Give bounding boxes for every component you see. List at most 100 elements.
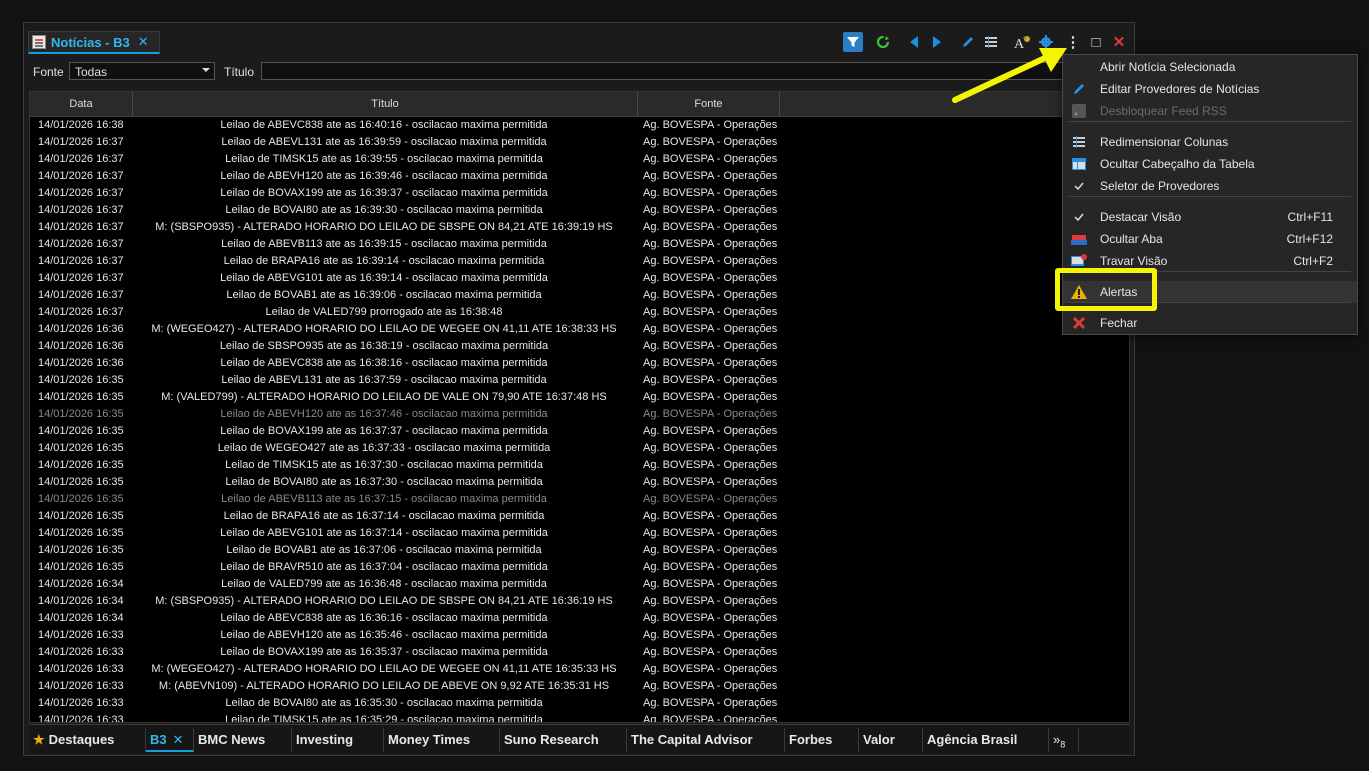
tab-the-capital-advisor[interactable]: The Capital Advisor	[627, 728, 785, 752]
menu-item-destacar-visao[interactable]: Destacar Visão Ctrl+F11	[1063, 206, 1357, 228]
tab-label: Forbes	[789, 732, 833, 747]
row-date: 14/01/2026 16:37	[38, 153, 124, 165]
title-label: Título	[224, 65, 255, 79]
table-row[interactable]: 14/01/2026 16:33 Leilao de TIMSK15 ate as…	[30, 712, 1129, 723]
table-row[interactable]: 14/01/2026 16:35 Leilao de BOVAX199 ate a…	[30, 423, 1129, 440]
menu-item-abrir-noticia-selecionada[interactable]: Abrir Notícia Selecionada	[1063, 56, 1357, 78]
table-row[interactable]: 14/01/2026 16:36 M: (WEGEO427) - ALTERADO…	[30, 321, 1129, 338]
table-row[interactable]: 14/01/2026 16:35 Leilao de ABEVL131 ate a…	[30, 372, 1129, 389]
tab-b3[interactable]: B3 ✕	[146, 728, 194, 752]
row-source: Ag. BOVESPA - Operações	[643, 510, 778, 522]
tab-forbes[interactable]: Forbes	[785, 728, 859, 752]
menu-item-ocultar-aba[interactable]: Ocultar Aba Ctrl+F12	[1063, 228, 1357, 250]
table-row[interactable]: 14/01/2026 16:37 Leilao de BOVAB1 ate as …	[30, 287, 1129, 304]
menu-item-editar-provedores-de-noticias[interactable]: Editar Provedores de Notícias	[1063, 78, 1357, 100]
row-date: 14/01/2026 16:35	[38, 561, 124, 573]
row-source: Ag. BOVESPA - Operações	[643, 544, 778, 556]
table-row[interactable]: 14/01/2026 16:33 M: (ABEVN109) - ALTERADO…	[30, 678, 1129, 695]
window-tab[interactable]: Notícias - B3 ✕	[28, 31, 160, 54]
table-row[interactable]: 14/01/2026 16:38 Leilao de ABEVC838 ate a…	[30, 117, 1129, 134]
column-header-date[interactable]: Data	[30, 92, 133, 116]
table-row[interactable]: 14/01/2026 16:37 Leilao de ABEVB113 ate a…	[30, 236, 1129, 253]
tab-label: Valor	[863, 732, 895, 747]
menu-item-label: Desbloquear Feed RSS	[1100, 104, 1227, 118]
row-date: 14/01/2026 16:36	[38, 340, 124, 352]
row-date: 14/01/2026 16:35	[38, 510, 124, 522]
tab-label: Agência Brasil	[927, 732, 1018, 747]
table-row[interactable]: 14/01/2026 16:37 Leilao de BRAPA16 ate as…	[30, 253, 1129, 270]
window-close-button[interactable]: ✕	[1109, 32, 1129, 52]
table-row[interactable]: 14/01/2026 16:37 Leilao de BOVAI80 ate as…	[30, 202, 1129, 219]
row-source: Ag. BOVESPA - Operações	[643, 289, 778, 301]
source-select[interactable]: Todas	[69, 62, 215, 80]
tab-bmc-news[interactable]: BMC News	[194, 728, 292, 752]
table-row[interactable]: 14/01/2026 16:34 M: (SBSPO935) - ALTERADO…	[30, 593, 1129, 610]
tab-label: B3	[150, 732, 167, 747]
row-title: M: (WEGEO427) - ALTERADO HORARIO DO LEIL…	[151, 663, 617, 675]
table-row[interactable]: 14/01/2026 16:37 Leilao de VALED799 prorr…	[30, 304, 1129, 321]
table-row[interactable]: 14/01/2026 16:37 Leilao de ABEVG101 ate a…	[30, 270, 1129, 287]
column-header-source[interactable]: Fonte	[638, 92, 780, 116]
table-row[interactable]: 14/01/2026 16:34 Leilao de VALED799 ate a…	[30, 576, 1129, 593]
row-date: 14/01/2026 16:37	[38, 272, 124, 284]
forward-button[interactable]	[927, 32, 947, 52]
table-row[interactable]: 14/01/2026 16:37 Leilao de ABEVL131 ate a…	[30, 134, 1129, 151]
table-row[interactable]: 14/01/2026 16:35 M: (VALED799) - ALTERADO…	[30, 389, 1129, 406]
tab-ag-ncia-brasil[interactable]: Agência Brasil	[923, 728, 1049, 752]
row-date: 14/01/2026 16:37	[38, 204, 124, 216]
table-row[interactable]: 14/01/2026 16:35 Leilao de WEGEO427 ate a…	[30, 440, 1129, 457]
table-row[interactable]: 14/01/2026 16:37 Leilao de ABEVH120 ate a…	[30, 168, 1129, 185]
row-title: Leilao de VALED799 prorrogado ate as 16:…	[265, 306, 503, 318]
tab-close-icon[interactable]: ✕	[138, 34, 149, 50]
menu-item-ocultar-cabecalho-da-tabela[interactable]: Ocultar Cabeçalho da Tabela	[1063, 153, 1357, 175]
refresh-button[interactable]	[873, 32, 893, 52]
column-header-title[interactable]: Título	[133, 92, 638, 116]
menu-separator	[1069, 121, 1351, 122]
filter-button[interactable]	[843, 32, 863, 52]
row-date: 14/01/2026 16:33	[38, 714, 124, 723]
table-row[interactable]: 14/01/2026 16:35 Leilao de ABEVH120 ate a…	[30, 406, 1129, 423]
tab-destaques[interactable]: ★ Destaques	[29, 728, 146, 752]
alerts-highlight-box	[1055, 268, 1157, 311]
row-date: 14/01/2026 16:35	[38, 459, 124, 471]
overflow-tabs-button[interactable]: »8	[1049, 728, 1079, 752]
lock-view-icon	[1071, 254, 1087, 268]
row-date: 14/01/2026 16:35	[38, 544, 124, 556]
table-row[interactable]: 14/01/2026 16:35 Leilao de ABEVB113 ate a…	[30, 491, 1129, 508]
table-row[interactable]: 14/01/2026 16:37 M: (SBSPO935) - ALTERADO…	[30, 219, 1129, 236]
row-title: Leilao de ABEVH120 ate as 16:39:46 - osc…	[220, 170, 548, 182]
table-row[interactable]: 14/01/2026 16:36 Leilao de ABEVC838 ate a…	[30, 355, 1129, 372]
table-row[interactable]: 14/01/2026 16:35 Leilao de BRAVR510 ate a…	[30, 559, 1129, 576]
table-row[interactable]: 14/01/2026 16:37 Leilao de BOVAX199 ate a…	[30, 185, 1129, 202]
table-row[interactable]: 14/01/2026 16:35 Leilao de BOVAB1 ate as …	[30, 542, 1129, 559]
maximize-button[interactable]: □	[1086, 32, 1106, 52]
tab-money-times[interactable]: Money Times	[384, 728, 500, 752]
table-row[interactable]: 14/01/2026 16:33 Leilao de ABEVH120 ate a…	[30, 627, 1129, 644]
menu-item-redimensionar-colunas[interactable]: Redimensionar Colunas	[1063, 131, 1357, 153]
table-row[interactable]: 14/01/2026 16:35 Leilao de BOVAI80 ate as…	[30, 474, 1129, 491]
tab-suno-research[interactable]: Suno Research	[500, 728, 627, 752]
maximize-icon: □	[1091, 33, 1101, 51]
table-row[interactable]: 14/01/2026 16:35 Leilao de TIMSK15 ate as…	[30, 457, 1129, 474]
table-row[interactable]: 14/01/2026 16:35 Leilao de ABEVG101 ate a…	[30, 525, 1129, 542]
row-date: 14/01/2026 16:35	[38, 391, 124, 403]
tab-label: BMC News	[198, 732, 266, 747]
menu-item-fechar[interactable]: Fechar	[1063, 312, 1357, 334]
tab-close-icon[interactable]: ✕	[173, 732, 184, 747]
table-row[interactable]: 14/01/2026 16:37 Leilao de TIMSK15 ate as…	[30, 151, 1129, 168]
news-table: Data Título Fonte 14/01/2026 16:38 Leilao…	[29, 91, 1130, 723]
table-row[interactable]: 14/01/2026 16:35 Leilao de BRAPA16 ate as…	[30, 508, 1129, 525]
table-row[interactable]: 14/01/2026 16:34 Leilao de ABEVC838 ate a…	[30, 610, 1129, 627]
table-row[interactable]: 14/01/2026 16:33 M: (WEGEO427) - ALTERADO…	[30, 661, 1129, 678]
table-row[interactable]: 14/01/2026 16:33 Leilao de BOVAX199 ate a…	[30, 644, 1129, 661]
row-source: Ag. BOVESPA - Operações	[643, 391, 778, 403]
back-button[interactable]	[904, 32, 924, 52]
tab-investing[interactable]: Investing	[292, 728, 384, 752]
row-source: Ag. BOVESPA - Operações	[643, 595, 778, 607]
tab-label: The Capital Advisor	[631, 732, 753, 747]
row-title: Leilao de BOVAB1 ate as 16:37:06 - oscil…	[226, 544, 542, 556]
table-row[interactable]: 14/01/2026 16:36 Leilao de SBSPO935 ate a…	[30, 338, 1129, 355]
table-row[interactable]: 14/01/2026 16:33 Leilao de BOVAI80 ate as…	[30, 695, 1129, 712]
menu-item-seletor-de-provedores[interactable]: Seletor de Provedores	[1063, 175, 1357, 197]
tab-valor[interactable]: Valor	[859, 728, 923, 752]
